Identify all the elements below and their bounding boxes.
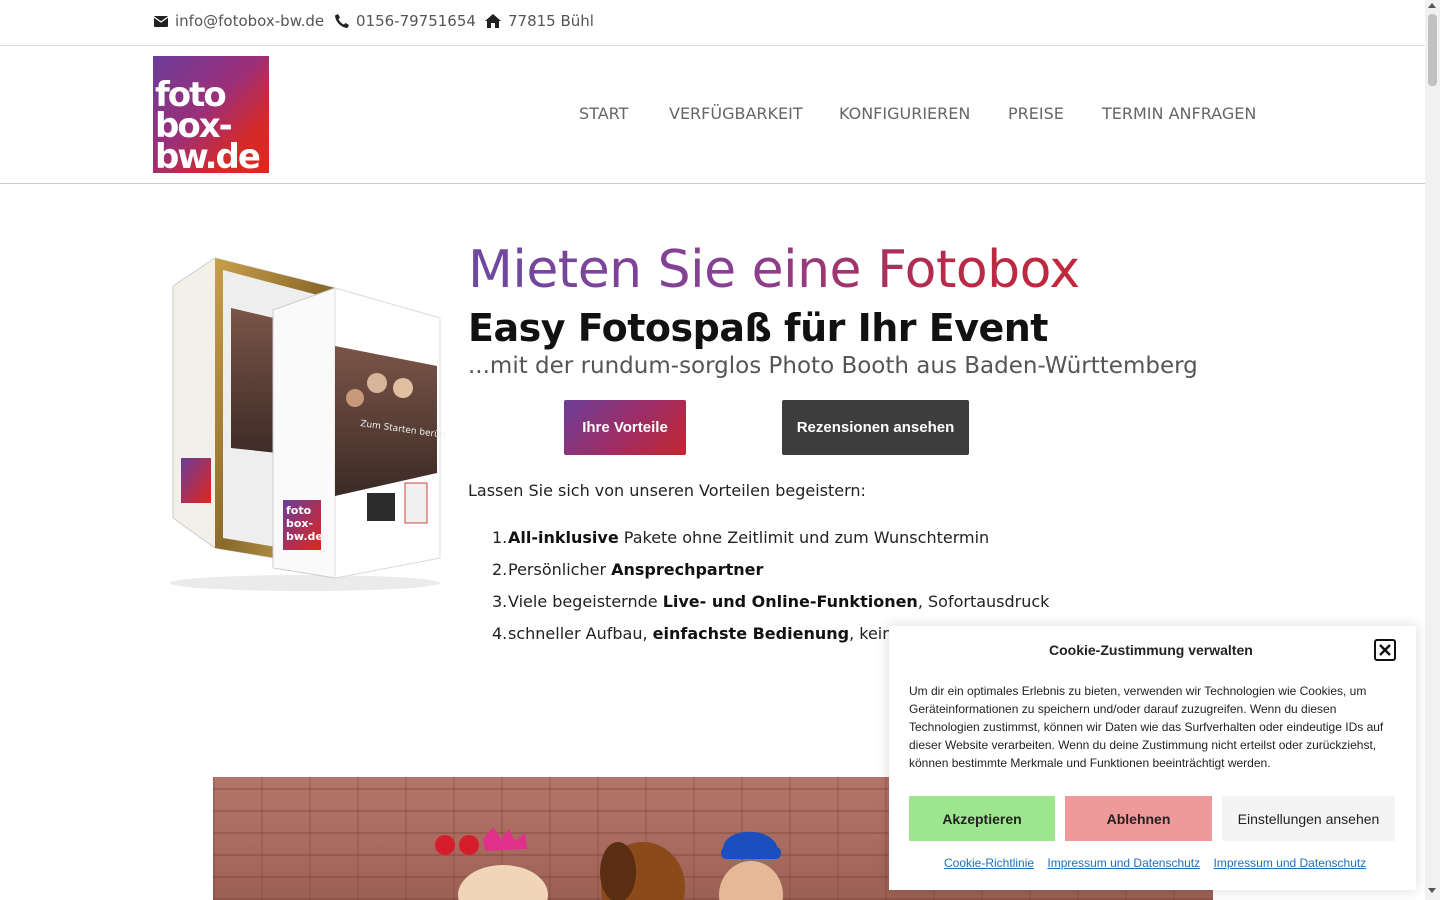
benefit-item: 3.Viele begeisternde Live- und Online-Fu… <box>492 592 1049 624</box>
booth-brand-line-3: bw.de <box>286 530 323 543</box>
phone-contact[interactable]: 0156-79751654 <box>335 12 476 30</box>
benefit-number: 1. <box>492 528 508 547</box>
scrollbar-thumb[interactable] <box>1428 14 1437 86</box>
benefit-text: schneller Aufbau, <box>508 624 653 643</box>
benefits-intro: Lassen Sie sich von unseren Vorteilen be… <box>468 481 866 500</box>
booth-brand-line-1: foto <box>286 504 312 517</box>
home-icon <box>485 14 501 28</box>
benefit-text: , Sofortausdruck <box>917 592 1050 611</box>
cookie-links: Cookie-Richtlinie Impressum und Datensch… <box>944 856 1376 870</box>
ihre-vorteile-button[interactable]: Ihre Vorteile <box>564 400 686 455</box>
cookie-text: Um dir ein optimales Erlebnis zu bieten,… <box>909 684 1384 770</box>
address-text: 77815 Bühl <box>508 12 594 30</box>
page-scrollbar[interactable] <box>1425 0 1440 900</box>
benefit-item: 4.schneller Aufbau, einfachste Bedienung… <box>492 624 890 656</box>
nav-start[interactable]: START <box>579 104 628 123</box>
hero-subtitle: Easy Fotospaß für Ihr Event <box>468 306 1048 350</box>
logo-line-3: bw.de <box>155 137 261 173</box>
cookie-close-button[interactable] <box>1374 639 1396 661</box>
benefit-highlight: Ansprechpartner <box>611 560 764 579</box>
benefit-item: 1.All-inklusive Pakete ohne Zeitlimit un… <box>492 528 1049 560</box>
hero-tagline: ...mit der rundum-sorglos Photo Booth au… <box>468 353 1198 379</box>
benefit-highlight: Live- und Online-Funktionen <box>662 592 918 611</box>
cookie-policy-link[interactable]: Cookie-Richtlinie <box>944 856 1034 870</box>
nav-konfigurieren[interactable]: KONFIGURIEREN <box>839 104 970 123</box>
benefit-highlight: einfachste Bedienung <box>652 624 850 643</box>
nav-preise[interactable]: PREISE <box>1008 104 1064 123</box>
contact-bar: info@fotobox-bw.de 0156-79751654 77815 B… <box>0 0 1425 46</box>
phone-text[interactable]: 0156-79751654 <box>356 12 476 30</box>
scroll-up-arrow-icon[interactable] <box>1428 3 1436 8</box>
email-text[interactable]: info@fotobox-bw.de <box>175 12 324 30</box>
email-contact[interactable]: info@fotobox-bw.de <box>154 12 324 30</box>
impressum-link[interactable]: Impressum und Datenschutz <box>1047 856 1200 870</box>
phone-icon <box>335 14 349 28</box>
benefit-text: Pakete ohne Zeitlimit und zum Wunschterm… <box>618 528 990 547</box>
photobooth-image: Zum Starten berühren foto box- bw.de <box>170 257 445 591</box>
site-header: foto box- bw.de START VERFÜGBARKEIT KONF… <box>0 46 1425 184</box>
cookie-settings-button[interactable]: Einstellungen ansehen <box>1222 796 1395 841</box>
close-icon <box>1379 644 1391 656</box>
cookie-consent-dialog: Cookie-Zustimmung verwalten Um dir ein o… <box>889 626 1416 890</box>
impressum-link-2[interactable]: Impressum und Datenschutz <box>1213 856 1366 870</box>
benefit-text: , keine Betreuung notwendig <box>849 624 890 643</box>
benefit-text: Persönlicher <box>508 560 612 579</box>
deny-cookies-button[interactable]: Ablehnen <box>1065 796 1212 841</box>
benefit-text: Viele begeisternde <box>508 592 663 611</box>
rezensionen-button[interactable]: Rezensionen ansehen <box>782 400 969 455</box>
envelope-icon <box>154 15 168 27</box>
benefit-number: 4. <box>492 624 508 643</box>
booth-brand-line-2: box- <box>286 517 313 530</box>
site-logo[interactable]: foto box- bw.de <box>153 56 269 173</box>
cookie-title: Cookie-Zustimmung verwalten <box>1049 642 1253 658</box>
accept-cookies-button[interactable]: Akzeptieren <box>909 796 1055 841</box>
nav-verfuegbarkeit[interactable]: VERFÜGBARKEIT <box>669 104 803 123</box>
scroll-down-arrow-icon[interactable] <box>1428 888 1436 893</box>
benefit-highlight: All-inklusive <box>508 528 619 547</box>
benefit-number: 2. <box>492 560 508 579</box>
nav-termin-anfragen[interactable]: TERMIN ANFRAGEN <box>1102 104 1256 123</box>
address-contact: 77815 Bühl <box>485 12 594 30</box>
benefit-number: 3. <box>492 592 508 611</box>
hero-title: Mieten Sie eine Fotobox <box>468 240 1080 300</box>
benefit-item: 2.Persönlicher Ansprechpartner <box>492 560 1049 592</box>
